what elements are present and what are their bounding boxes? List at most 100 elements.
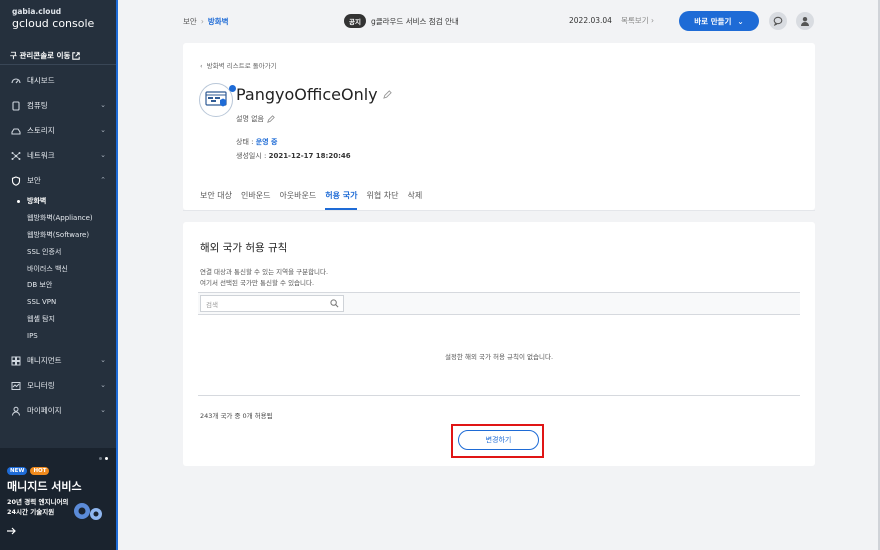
sidebar-item-dashboard[interactable]: 대시보드 — [0, 68, 116, 93]
chevron-down-icon: ⌄ — [100, 126, 106, 134]
tab-targets[interactable]: 보안 대상 — [200, 190, 232, 210]
firewall-icon — [199, 83, 233, 117]
top-header: 보안 › 방화벽 공지 g클라우드 서비스 점검 안내 2022.03.04 목록보… — [118, 0, 880, 42]
sidebar-item-label: 매니지먼트 — [27, 356, 62, 366]
management-icon — [11, 356, 21, 366]
sidebar-item-network[interactable]: 네트워크 ⌄ — [0, 143, 116, 168]
sidebar-item-label: 대시보드 — [27, 76, 55, 85]
sidebar-subitem-webshell[interactable]: 웹셸 탐지 — [0, 311, 116, 328]
search-icon[interactable] — [330, 299, 339, 310]
gear-icon — [70, 498, 106, 527]
list-view-label: 목록보기 — [621, 16, 649, 25]
created-label: 생성일시 : — [236, 152, 269, 160]
firewall-name: PangyoOfficeOnly — [236, 85, 392, 104]
sidebar-subitem-ips[interactable]: IPS — [0, 327, 116, 344]
legacy-console-link[interactable]: 구 관리콘솔로 이동 — [10, 50, 81, 61]
chevron-down-icon: ⌄ — [100, 381, 106, 390]
sidebar-item-mypage[interactable]: 마이페이지 ⌄ — [0, 398, 116, 423]
notice[interactable]: 공지 g클라우드 서비스 점검 안내 — [344, 14, 459, 28]
sidebar-item-label: 네트워크 — [27, 151, 55, 160]
promo-badges: NEW HOT — [7, 467, 50, 475]
search-bar-row: 검색 — [198, 292, 800, 315]
breadcrumb-current: 방화벽 — [207, 17, 229, 26]
user-icon — [11, 406, 21, 416]
edit-pencil-icon[interactable] — [267, 115, 275, 123]
sidebar-item-management[interactable]: 매니지먼트 ⌄ — [0, 348, 116, 373]
firewall-detail-card: ‹ 방화벽 리스트로 돌아가기 PangyoOfficeOnly 설명 없음 상… — [183, 43, 815, 210]
firewall-description-text: 설명 없음 — [236, 115, 264, 123]
back-to-list-link[interactable]: ‹ 방화벽 리스트로 돌아가기 — [200, 60, 277, 70]
sidebar-subitem-waf-software[interactable]: 웹방화벽(Software) — [0, 227, 116, 244]
list-view-link[interactable]: 목록보기 › — [621, 15, 654, 26]
quick-create-label: 바로 만들기 — [694, 16, 732, 26]
tab-outbound[interactable]: 아웃바운드 — [279, 190, 316, 210]
firewall-state: 상태 : 운영 중 — [236, 137, 277, 147]
chevron-up-icon: ⌃ — [100, 176, 106, 184]
promo-subtitle-line1: 20년 경력 엔지니어의 — [7, 498, 69, 506]
change-button[interactable]: 변경하기 — [458, 430, 539, 450]
sidebar-divider — [0, 64, 116, 65]
sidebar-subitem-ssl-cert[interactable]: SSL 인증서 — [0, 243, 116, 260]
notice-tag: 공지 — [344, 14, 366, 28]
quick-create-button[interactable]: 바로 만들기 ⌄ — [679, 11, 759, 31]
tab-inbound[interactable]: 인바운드 — [241, 190, 270, 210]
tabs-divider — [183, 210, 815, 211]
new-badge: NEW — [7, 467, 28, 475]
detail-tabs: 보안 대상 인바운드 아웃바운드 허용 국가 위협 차단 삭제 — [200, 190, 431, 210]
tab-delete[interactable]: 삭제 — [407, 190, 422, 210]
promo-subtitle: 20년 경력 엔지니어의 24시간 기술지원 — [7, 497, 68, 517]
logo[interactable]: gabia.cloud gcloud console — [12, 7, 94, 30]
shield-icon — [11, 175, 21, 186]
section-description-2: 여기서 선택된 국가만 통신할 수 있습니다. — [200, 279, 315, 287]
arrow-right-icon[interactable] — [7, 527, 16, 538]
sidebar-item-label: 보안 — [27, 176, 41, 185]
empty-message: 설정한 해외 국가 허용 규칙이 없습니다. — [444, 353, 554, 361]
chevron-left-icon: ‹ — [200, 62, 203, 70]
dashboard-icon — [11, 76, 21, 86]
tab-threat-block[interactable]: 위협 차단 — [366, 190, 398, 210]
sidebar-item-label: 스토리지 — [27, 126, 55, 135]
storage-icon — [11, 126, 21, 136]
hot-badge: HOT — [30, 467, 50, 475]
breadcrumb-chevron-icon: › — [200, 17, 204, 26]
sidebar-item-storage[interactable]: 스토리지 ⌄ — [0, 118, 116, 143]
sidebar-item-security[interactable]: 보안 ⌃ — [0, 168, 116, 193]
search-placeholder: 검색 — [206, 300, 218, 309]
firewall-description: 설명 없음 — [236, 114, 275, 124]
sidebar-subitem-firewall[interactable]: 방화벽 — [0, 193, 116, 210]
sidebar-item-computing[interactable]: 컴퓨팅 ⌄ — [0, 93, 116, 118]
promo-banner[interactable]: NEW HOT 매니지드 서비스 20년 경력 엔지니어의 24시간 기술지원 — [0, 448, 116, 550]
sidebar-item-monitoring[interactable]: 모니터링 ⌄ — [0, 373, 116, 398]
breadcrumb: 보안 › 방화벽 — [183, 16, 229, 27]
firewall-name-text: PangyoOfficeOnly — [236, 85, 378, 104]
sidebar-subitem-db-security[interactable]: DB 보안 — [0, 277, 116, 294]
promo-subtitle-line2: 24시간 기술지원 — [7, 508, 55, 516]
server-icon — [11, 100, 21, 111]
external-link-icon — [72, 51, 81, 60]
sidebar-subitem-ssl-vpn[interactable]: SSL VPN — [0, 294, 116, 311]
allowed-count: 243개 국가 중 0개 허용됨 — [200, 412, 273, 420]
notice-date: 2022.03.04 — [569, 16, 612, 25]
sidebar-subitem-waf-appliance[interactable]: 웹방화벽(Appliance) — [0, 210, 116, 227]
chevron-down-icon: ⌄ — [100, 406, 106, 415]
section-title: 해외 국가 허용 규칙 — [200, 242, 288, 254]
notice-text[interactable]: g클라우드 서비스 점검 안내 — [371, 16, 459, 27]
chevron-down-icon: ⌄ — [100, 101, 106, 109]
table-bottom-line — [198, 395, 800, 396]
carousel-dots[interactable] — [99, 457, 108, 460]
sidebar-edge — [116, 0, 118, 550]
sidebar-subitem-antivirus[interactable]: 바이러스 백신 — [0, 260, 116, 277]
chevron-right-icon: › — [651, 16, 654, 25]
created-value: 2021-12-17 18:20:46 — [268, 152, 351, 160]
sidebar: gabia.cloud gcloud console 구 관리콘솔로 이동 대시… — [0, 0, 118, 550]
firewall-created: 생성일시 : 2021-12-17 18:20:46 — [236, 151, 351, 161]
breadcrumb-root[interactable]: 보안 — [183, 17, 197, 26]
legacy-console-label: 구 관리콘솔로 이동 — [10, 51, 71, 60]
edit-pencil-icon[interactable] — [382, 90, 392, 99]
user-icon[interactable] — [796, 12, 814, 30]
sidebar-item-label: 모니터링 — [27, 381, 55, 391]
search-input[interactable]: 검색 — [200, 295, 344, 312]
tab-allowed-countries[interactable]: 허용 국가 — [325, 190, 358, 210]
sidebar-nav: 대시보드 컴퓨팅 ⌄ 스토리지 ⌄ 네트워크 ⌄ 보안 ⌃ 방화벽 웹방화벽(A… — [0, 68, 116, 423]
chat-icon[interactable] — [769, 12, 787, 30]
